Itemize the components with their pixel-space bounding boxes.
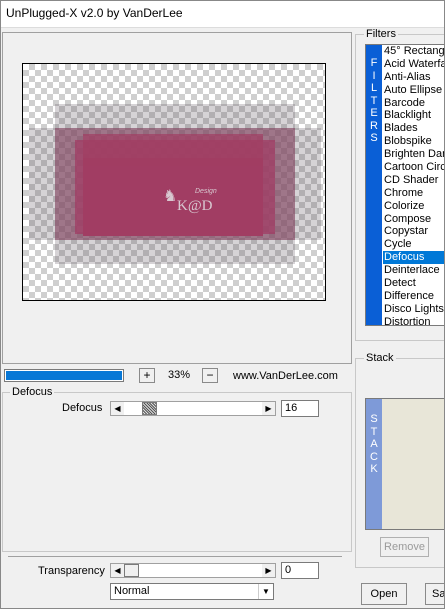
kad-logo: ♞ Design K@D [157, 188, 237, 228]
filters-bar-letter: S [370, 132, 378, 144]
blend-mode-value: Normal [114, 585, 150, 597]
transparency-slider-thumb[interactable] [124, 564, 139, 577]
filter-item[interactable]: Barcode [383, 97, 444, 110]
stack-list[interactable]: STACK [365, 398, 445, 530]
filter-item[interactable]: Compose [383, 213, 444, 226]
filter-item[interactable]: Disco Lights [383, 303, 444, 316]
slider-left-arrow-icon[interactable]: ◀ [111, 564, 124, 577]
stack-bar-letter: K [370, 463, 378, 475]
blend-mode-select[interactable]: Normal ▼ [110, 583, 274, 600]
filter-item[interactable]: Detect [383, 277, 444, 290]
open-button[interactable]: Open [361, 583, 407, 605]
filter-item[interactable]: Brighten Dark [383, 148, 444, 161]
image-center-band [83, 134, 263, 166]
title-bar: UnPlugged-X v2.0 by VanDerLee [0, 0, 445, 28]
defocus-label: Defocus [62, 402, 103, 414]
filter-item[interactable]: Blacklight [383, 109, 444, 122]
filters-group-label: Filters [364, 28, 398, 40]
filter-item[interactable]: Chrome [383, 187, 444, 200]
stack-side-bar: STACK [366, 399, 382, 529]
preview-canvas[interactable]: ♞ Design K@D [22, 63, 326, 301]
chevron-down-icon[interactable]: ▼ [258, 584, 273, 599]
divider [8, 556, 342, 557]
window-title: UnPlugged-X v2.0 by VanDerLee [6, 6, 183, 20]
filter-item[interactable]: Defocus [383, 251, 444, 265]
filter-item[interactable]: Blobspike [383, 135, 444, 148]
filter-item[interactable]: Colorize [383, 200, 444, 213]
filters-side-bar: FILTERS [366, 45, 382, 325]
render-progress-bar [4, 369, 124, 382]
stack-group-label: Stack [364, 352, 396, 364]
filters-bar-letter: L [370, 82, 378, 94]
filter-item[interactable]: Cartoon Circle [383, 161, 444, 174]
filter-item[interactable]: Cycle [383, 238, 444, 251]
defocus-slider-thumb[interactable] [142, 402, 157, 415]
filters-items[interactable]: 45° RectangleAcid WaterfallAnti-AliasAut… [383, 45, 444, 325]
transparency-slider[interactable]: ◀ ▶ [110, 563, 276, 578]
website-link[interactable]: www.VanDerLee.com [233, 370, 338, 382]
filters-list[interactable]: FILTERS 45° RectangleAcid WaterfallAnti-… [365, 44, 445, 326]
logo-text: K@D [177, 198, 213, 214]
slider-right-arrow-icon[interactable]: ▶ [262, 564, 275, 577]
defocus-slider[interactable]: ◀ ▶ [110, 401, 276, 416]
cat-icon: ♞ [163, 188, 178, 205]
filters-bar-letter: T [370, 94, 378, 107]
filters-bar-letter: E [370, 107, 378, 119]
stack-bar-letter: A [370, 438, 378, 450]
filters-bar-letter: I [372, 69, 376, 82]
filter-item[interactable]: Acid Waterfall [383, 58, 444, 71]
zoom-out-button[interactable]: − [202, 368, 218, 383]
filter-item[interactable]: 45° Rectangle [383, 45, 444, 58]
stack-bar-letter: C [370, 450, 378, 463]
defocus-value-field[interactable]: 16 [281, 400, 319, 417]
filters-bar-letter: F [370, 57, 378, 69]
filter-item[interactable]: Difference [383, 290, 444, 303]
slider-left-arrow-icon[interactable]: ◀ [111, 402, 124, 415]
filter-item[interactable]: Anti-Alias [383, 71, 444, 84]
zoom-value: 33% [167, 369, 191, 381]
filters-bar-letter: R [370, 119, 378, 132]
filter-item[interactable]: Auto Ellipse [383, 84, 444, 97]
parameters-group-label: Defocus [10, 386, 55, 398]
logo-small-text: Design [195, 188, 217, 195]
transparency-label: Transparency [38, 565, 105, 577]
zoom-in-button[interactable]: + [139, 368, 155, 383]
filter-item[interactable]: Distortion [383, 316, 444, 325]
remove-button[interactable]: Remove [380, 537, 429, 557]
filter-item[interactable]: CD Shader [383, 174, 444, 187]
stack-bar-letter: S [370, 413, 378, 425]
filter-item[interactable]: Copystar [383, 225, 444, 238]
save-button[interactable]: Sa [425, 583, 445, 605]
filter-item[interactable]: Blades [383, 122, 444, 135]
stack-bar-letter: T [370, 425, 378, 438]
progress-fill [6, 371, 122, 380]
slider-right-arrow-icon[interactable]: ▶ [262, 402, 275, 415]
filter-item[interactable]: Deinterlace [383, 264, 444, 277]
transparency-value-field[interactable]: 0 [281, 562, 319, 579]
